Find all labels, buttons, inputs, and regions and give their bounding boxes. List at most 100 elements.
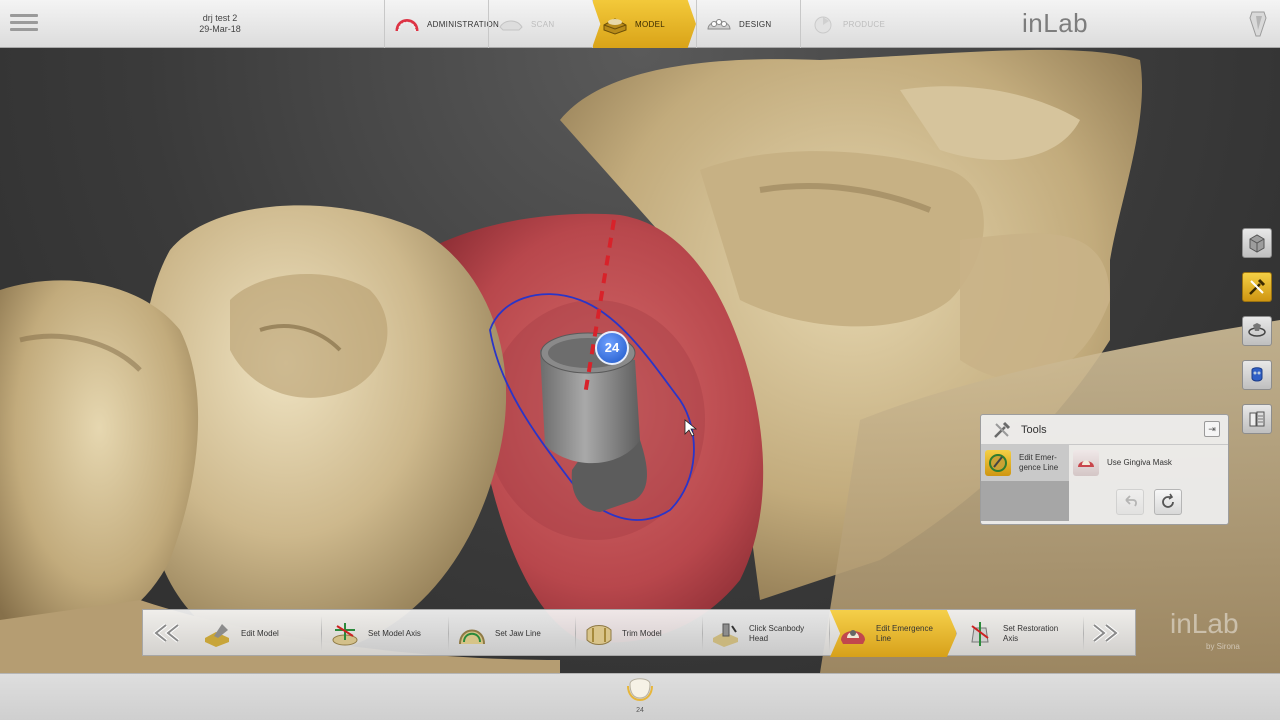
step-edit-model[interactable]: Edit Model <box>195 610 322 657</box>
restoration-axis-icon <box>963 619 997 649</box>
top-bar: drj test 2 29-Mar-18 ADMINISTRATION SCAN… <box>0 0 1280 48</box>
phase-label: DESIGN <box>739 19 772 29</box>
step-click-scanbody-head[interactable]: Click Scanbody Head <box>703 610 830 657</box>
phase-model[interactable]: MODEL <box>592 0 696 48</box>
phase-tabs: ADMINISTRATION SCAN MODEL DESIGN PRODUCE <box>384 0 904 48</box>
tool-use-gingiva-mask[interactable]: Use Gingiva Mask <box>1069 445 1209 481</box>
watermark-sub: by Sirona <box>1206 642 1240 651</box>
step-label: Edit Emergence Line <box>876 624 933 644</box>
phase-label: PRODUCE <box>843 19 886 29</box>
produce-icon <box>809 13 837 35</box>
step-trim-model[interactable]: Trim Model <box>576 610 703 657</box>
step-label-line2: Line <box>876 633 892 643</box>
view-cube-icon <box>1249 234 1265 253</box>
phase-design[interactable]: DESIGN <box>696 0 800 48</box>
tools-panel-header: Tools ⇥ <box>981 415 1228 445</box>
trim-model-icon <box>582 619 616 649</box>
tools-panel-title: Tools <box>1021 423 1047 436</box>
step-label-line1: Set Restoration <box>1003 623 1059 633</box>
library-icon <box>1249 411 1265 427</box>
phase-scan[interactable]: SCAN <box>488 0 592 48</box>
tooth-number-badge[interactable]: 24 <box>595 331 629 365</box>
case-name: drj test 2 <box>202 13 238 23</box>
tooth-selector-tab[interactable]: 24 <box>622 674 658 718</box>
step-set-model-axis[interactable]: Set Model Axis <box>322 610 449 657</box>
undo-icon <box>1124 495 1137 507</box>
dental-arch-icon <box>393 13 421 35</box>
tool-label: Edit Emer- gence Line <box>1019 453 1058 473</box>
step-label-line1: Set Model Axis <box>368 628 421 638</box>
tool-option-area <box>981 481 1069 521</box>
collapse-panel-icon[interactable]: ⇥ <box>1204 421 1220 437</box>
model-icon <box>601 13 629 35</box>
tools-row: Edit Emer- gence Line Use Gingiva Mask <box>981 445 1228 481</box>
inlab-tool-icon[interactable] <box>1246 10 1270 38</box>
view-cube-button[interactable] <box>1242 228 1272 258</box>
gingiva-mask-icon <box>1073 450 1099 476</box>
tooth-tab-label: 24 <box>636 707 644 714</box>
phase-produce[interactable]: PRODUCE <box>800 0 904 48</box>
step-label-line2: Head <box>749 633 769 643</box>
reset-icon <box>1161 493 1174 508</box>
step-label-line1: Click Scanbody <box>749 623 805 633</box>
scanbody-icon <box>709 619 743 649</box>
double-chevron-right-icon <box>1092 623 1120 643</box>
object-list-button[interactable] <box>1242 360 1272 390</box>
step-label: Edit Model <box>241 629 279 639</box>
design-icon <box>705 13 733 35</box>
step-set-jaw-line[interactable]: Set Jaw Line <box>449 610 576 657</box>
phase-label: SCAN <box>531 19 555 29</box>
case-date: 29-Mar-18 <box>199 24 241 34</box>
dental-model-scene[interactable] <box>0 48 1280 673</box>
model-axis-icon <box>328 619 362 649</box>
step-label-line1: Edit Emergence <box>876 623 933 633</box>
tool-label-line2: gence Line <box>1019 463 1059 472</box>
phase-label: MODEL <box>635 19 665 29</box>
watermark-logo: inLab by Sirona <box>1170 608 1240 651</box>
step-label: Set Restoration Axis <box>1003 624 1058 644</box>
tools-panel: Tools ⇥ Edit Emer- gence Line Use Gingiv… <box>980 414 1229 525</box>
tool-action-buttons <box>1069 481 1228 523</box>
tool-edit-emergence-line[interactable]: Edit Emer- gence Line <box>981 445 1069 481</box>
tool-label-line1: Edit Emer- <box>1019 453 1057 462</box>
library-button[interactable] <box>1242 404 1272 434</box>
step-label: Trim Model <box>622 629 662 639</box>
step-label-line1: Trim Model <box>622 628 662 638</box>
brand-logo: inLab <box>1022 8 1089 38</box>
step-label: Set Model Axis <box>368 629 421 639</box>
step-set-restoration-axis[interactable]: Set Restoration Axis <box>957 610 1084 657</box>
step-label-line1: Edit Model <box>241 628 279 638</box>
step-label: Click Scanbody Head <box>749 624 804 644</box>
step-label-line1: Set Jaw Line <box>495 628 541 638</box>
step-bar: Edit Model Set Model Axis Set Jaw Line T… <box>142 609 1136 657</box>
phase-administration[interactable]: ADMINISTRATION <box>384 0 499 48</box>
rotate-view-icon <box>1248 323 1266 337</box>
edit-model-icon <box>201 619 235 649</box>
3d-viewport[interactable]: 24 inLab by Sirona <box>0 48 1280 673</box>
step-label: Set Jaw Line <box>495 629 541 639</box>
tools-icon <box>994 421 1011 438</box>
double-chevron-left-icon <box>152 623 180 643</box>
case-info: drj test 2 29-Mar-18 <box>180 13 260 35</box>
reset-button[interactable] <box>1153 489 1182 515</box>
step-edit-emergence-line[interactable]: Edit Emergence Line <box>830 610 957 657</box>
undo-button[interactable] <box>1115 489 1144 515</box>
watermark-text: inLab <box>1170 608 1239 639</box>
previous-step-button[interactable] <box>147 618 187 648</box>
emergence-line-icon <box>836 619 870 649</box>
tooth-icon <box>627 678 653 702</box>
hamburger-menu-icon[interactable] <box>8 10 40 38</box>
object-list-icon <box>1251 367 1263 382</box>
right-toolbar <box>1242 228 1274 448</box>
tool-label: Use Gingiva Mask <box>1107 458 1172 467</box>
emergence-line-icon <box>985 450 1011 476</box>
step-list: Edit Model Set Model Axis Set Jaw Line T… <box>195 610 1084 657</box>
bottom-bar: 24 <box>0 673 1280 720</box>
tools-icon <box>1249 278 1266 295</box>
tools-button[interactable] <box>1242 272 1272 302</box>
rotate-view-button[interactable] <box>1242 316 1272 346</box>
next-step-button[interactable] <box>1085 618 1125 648</box>
scan-icon <box>497 13 525 35</box>
tools-actions <box>981 481 1228 523</box>
step-label-line2: Axis <box>1003 633 1019 643</box>
